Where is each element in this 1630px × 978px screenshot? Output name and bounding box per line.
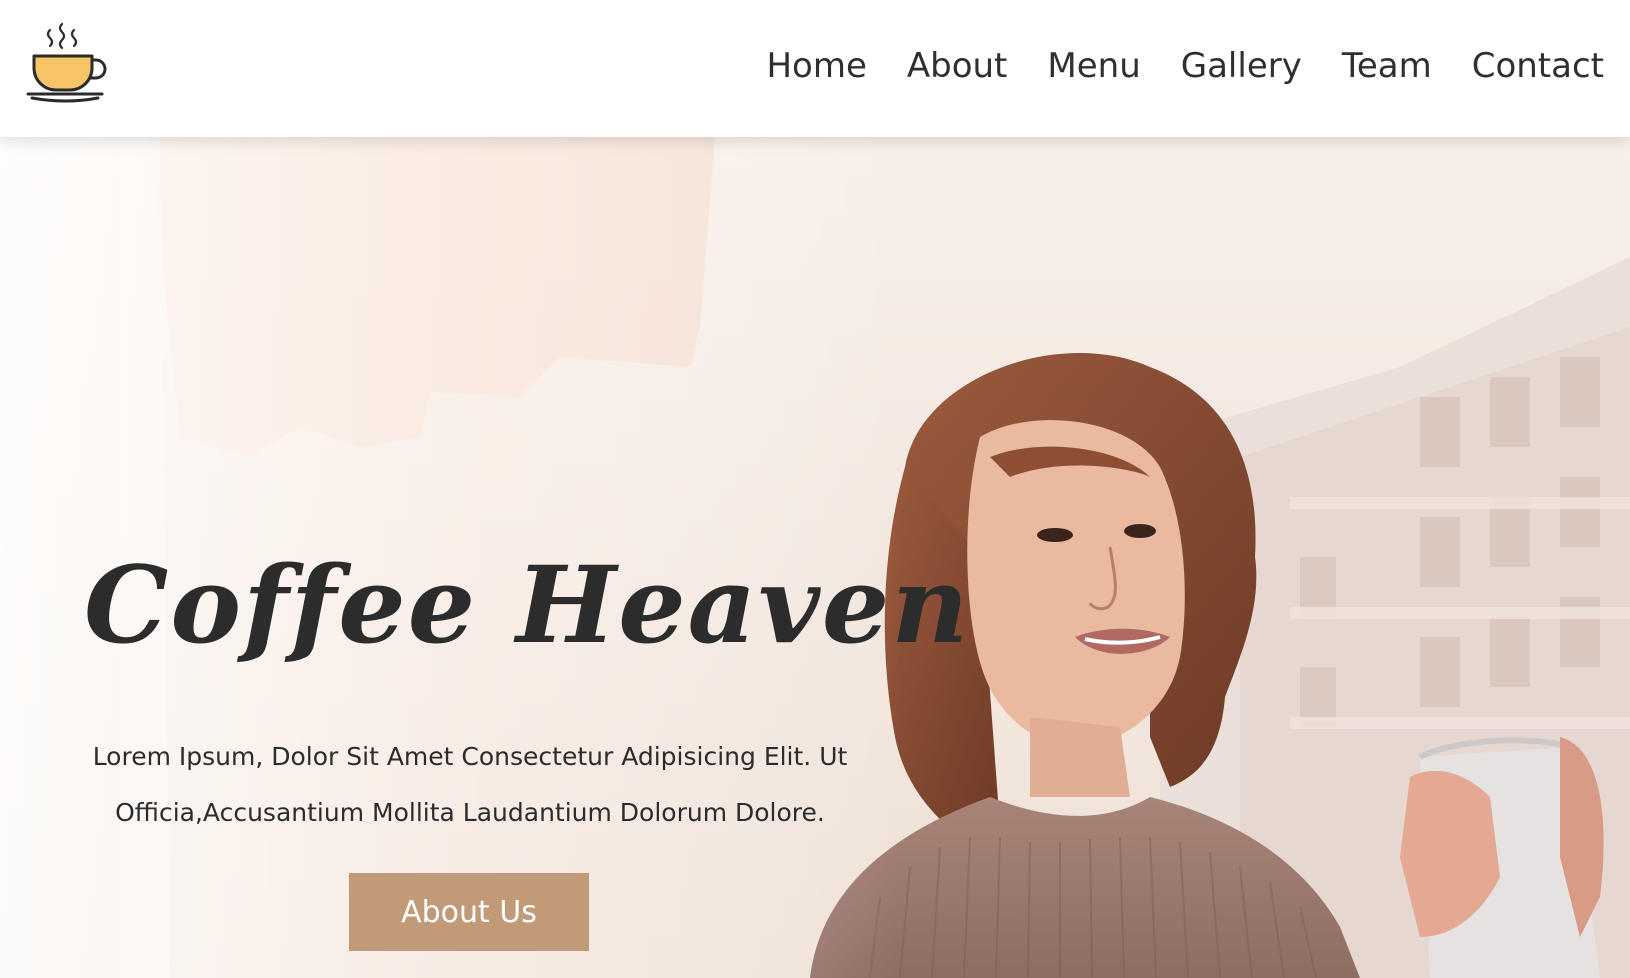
page: Home About Menu Gallery Team Contact Cof… — [0, 0, 1630, 978]
about-us-button[interactable]: About Us — [349, 873, 589, 951]
main-nav: Home About Menu Gallery Team Contact — [746, 40, 1604, 92]
nav-item-home[interactable]: Home — [746, 40, 886, 92]
nav-item-contact[interactable]: Contact — [1452, 40, 1604, 92]
nav-item-gallery[interactable]: Gallery — [1161, 40, 1322, 92]
nav-item-about[interactable]: About — [887, 40, 1028, 92]
nav-item-menu[interactable]: Menu — [1027, 40, 1160, 92]
hero-description: Lorem Ipsum, Dolor Sit Amet Consectetur … — [92, 742, 848, 827]
nav-item-team[interactable]: Team — [1322, 40, 1452, 92]
hero-section: Coffee Heaven Lorem Ipsum, Dolor Sit Ame… — [0, 137, 1630, 978]
site-header: Home About Menu Gallery Team Contact — [0, 0, 1630, 137]
coffee-cup-icon[interactable] — [26, 22, 114, 104]
hero-title: Coffee Heaven — [84, 542, 971, 667]
